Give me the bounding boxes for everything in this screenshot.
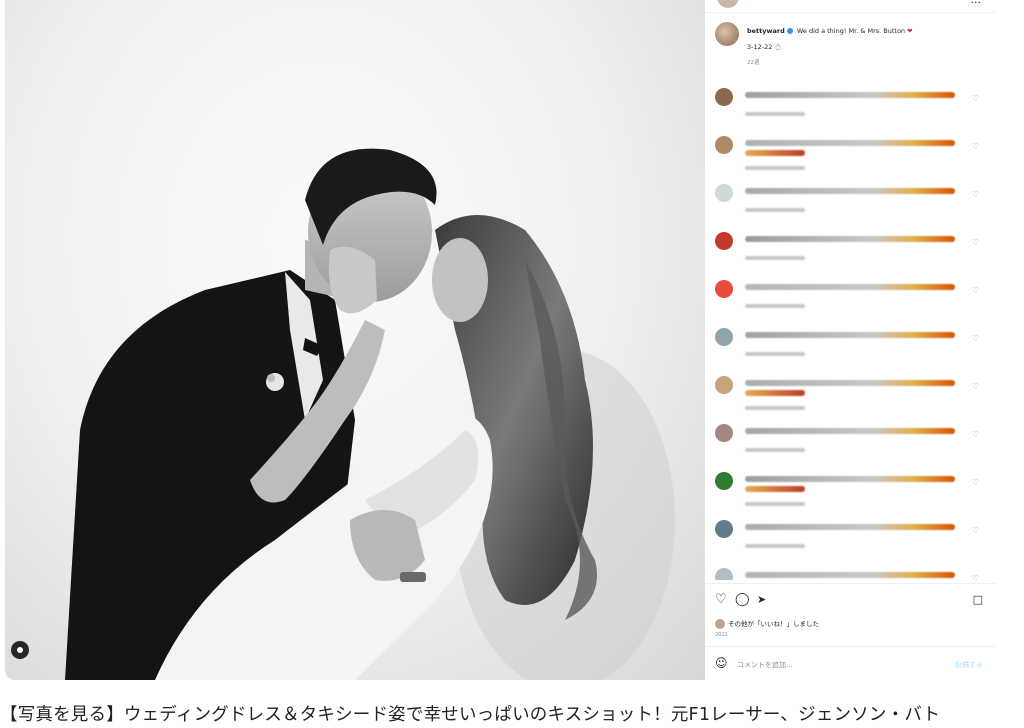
comment-row: ♡ [715,182,987,230]
person-tag-dot [17,647,23,653]
comment-text-blurred [745,476,955,482]
caption-avatar[interactable] [715,22,739,46]
comment-text-blurred [745,390,805,396]
comment-text-blurred [745,188,955,194]
comment-text-blurred [745,150,805,156]
comment-meta-blurred [745,406,805,410]
liker-avatar [715,619,725,629]
bookmark-icon[interactable]: □ [973,593,983,606]
comments-panel: ··· bettyward We did a thing! Mr. & Mrs.… [705,0,995,680]
commenter-avatar[interactable] [715,232,733,250]
comment-text-blurred [745,332,955,338]
commenter-avatar[interactable] [715,328,733,346]
comment-meta-blurred [745,256,805,260]
paper-plane-icon[interactable]: ➤ [757,593,766,606]
comment-heart-icon[interactable]: ♡ [972,94,979,103]
comment-input[interactable]: コメントを追加... [737,660,793,670]
comment-list: ♡ ♡ ♡ ♡ ♡ ♡ ♡ ♡ ♡ ♡ ♡ [715,86,987,580]
comment-heart-icon[interactable]: ♡ [972,430,979,439]
post-date: 2022 [715,632,728,638]
add-comment-bar: ☺ コメントを追加... 投稿する [705,646,995,680]
article-photo-caption: 【写真を見る】ウェディングドレス＆タキシード姿で幸せいっぱいのキスショット！元F… [0,705,941,725]
heart-outline-icon[interactable]: ♡ [715,592,727,607]
post-comment-button[interactable]: 投稿する [955,660,983,670]
likes-text: その他が「いいね！」しました [728,620,819,628]
wedding-photo-illustration [65,148,675,680]
post-actions: ♡ ◯ ➤ □ その他が「いいね！」しました 2022 ☺ コメントを追加...… [705,583,995,680]
comment-row: ♡ [715,566,987,580]
post-header: ··· [705,0,995,13]
ellipsis-icon[interactable]: ··· [971,0,982,9]
comment-meta-blurred [745,544,805,548]
comment-row: ♡ [715,422,987,470]
comment-heart-icon[interactable]: ♡ [972,478,979,487]
comment-meta-blurred [745,352,805,356]
commenter-avatar[interactable] [715,520,733,538]
comment-row: ♡ [715,278,987,326]
comment-text-blurred [745,572,955,578]
caption-username[interactable]: bettyward [747,27,785,35]
person-tag-icon[interactable] [11,641,29,659]
commenter-avatar[interactable] [715,184,733,202]
comment-row: ♡ [715,86,987,134]
comment-text-blurred [745,140,955,146]
comment-meta-blurred [745,304,805,308]
speech-bubble-icon[interactable]: ◯ [735,592,750,607]
comment-meta-blurred [745,502,805,506]
comment-text-blurred [745,92,955,98]
commenter-avatar[interactable] [715,376,733,394]
smiley-icon[interactable]: ☺ [715,656,728,670]
wedding-photo[interactable] [5,0,705,680]
comment-row: ♡ [715,470,987,518]
comment-row: ♡ [715,326,987,374]
comment-text-blurred [745,428,955,434]
commenter-avatar[interactable] [715,88,733,106]
commenter-avatar[interactable] [715,136,733,154]
comment-heart-icon[interactable]: ♡ [972,526,979,535]
instagram-post-embed: ··· bettyward We did a thing! Mr. & Mrs.… [5,0,995,680]
comment-meta-blurred [745,208,805,212]
comment-meta-blurred [745,448,805,452]
comment-row: ♡ [715,134,987,182]
comment-row: ♡ [715,230,987,278]
comment-heart-icon[interactable]: ♡ [972,190,979,199]
caption-text: bettyward We did a thing! Mr. & Mrs. But… [747,26,977,68]
comment-meta-blurred [745,112,805,116]
comment-heart-icon[interactable]: ♡ [972,574,979,580]
caption-time: 22週 [747,60,760,66]
comment-text-blurred [745,380,955,386]
comment-heart-icon[interactable]: ♡ [972,286,979,295]
comment-heart-icon[interactable]: ♡ [972,238,979,247]
comment-text-blurred [745,284,955,290]
commenter-avatar[interactable] [715,424,733,442]
comment-text-blurred [745,486,805,492]
commenter-avatar[interactable] [715,472,733,490]
post-caption: bettyward We did a thing! Mr. & Mrs. But… [715,22,985,82]
comment-text-blurred [745,236,955,242]
header-avatar[interactable] [717,0,739,8]
likes-summary[interactable]: その他が「いいね！」しました [715,618,819,629]
commenter-avatar[interactable] [715,280,733,298]
heart-emoji: ❤ [907,27,913,35]
comment-meta-blurred [745,166,805,170]
comment-heart-icon[interactable]: ♡ [972,382,979,391]
comment-text-blurred [745,524,955,530]
caption-date: 3-12-22 💍 [747,43,783,51]
caption-body: We did a thing! Mr. & Mrs. Button [796,27,906,35]
comment-heart-icon[interactable]: ♡ [972,142,979,151]
comment-row: ♡ [715,518,987,566]
comment-heart-icon[interactable]: ♡ [972,334,979,343]
verified-badge-icon [786,28,793,34]
commenter-avatar[interactable] [715,568,733,580]
comment-row: ♡ [715,374,987,422]
